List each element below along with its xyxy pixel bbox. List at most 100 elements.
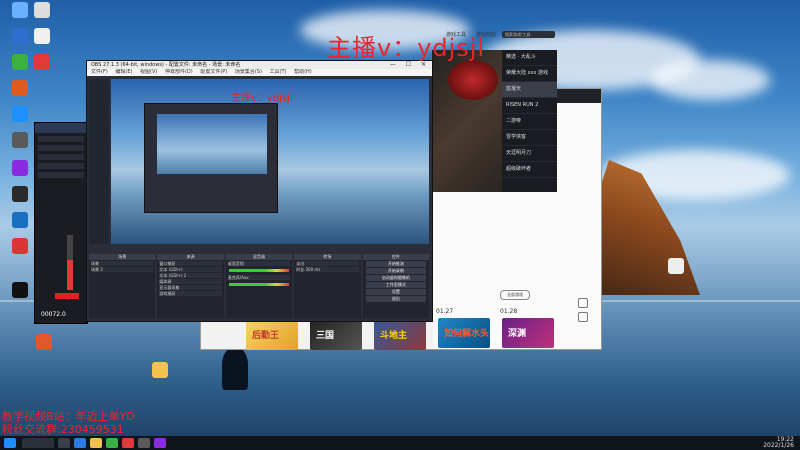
- search-input[interactable]: 搜索游戏/工具: [502, 31, 555, 38]
- system-clock[interactable]: 19:22 2022/1/26: [763, 437, 794, 449]
- bookmark-icon[interactable]: [578, 312, 588, 322]
- list-item[interactable]: 精选 · 大乱斗: [502, 50, 557, 66]
- taskbar-search[interactable]: [22, 438, 54, 448]
- source-item[interactable]: 文本 (GDI+): [159, 267, 222, 272]
- exit-button[interactable]: 退出: [365, 296, 427, 302]
- taskbar: 19:22 2022/1/26: [0, 436, 800, 450]
- promo-text: 教学视频B站：年迈上单YD 粉丝交流群:230459531: [2, 410, 135, 436]
- obs-menubar: 文件(F) 编辑(E) 视图(V) 停靠部件(D) 配置文件(P) 场景集合(S…: [87, 69, 432, 76]
- edge-icon[interactable]: [74, 438, 86, 448]
- list-item[interactable]: RISEN RUN 2: [502, 98, 557, 114]
- task-view-icon[interactable]: [58, 438, 70, 448]
- thumbnail-label: 三国: [316, 331, 335, 341]
- source-item[interactable]: 文本 (GDI+) 2: [159, 273, 222, 278]
- cloud: [650, 60, 770, 100]
- list-item[interactable]: 冒学侠客: [502, 130, 557, 146]
- studio-mode-button[interactable]: 工作室模式: [365, 282, 427, 288]
- list-item[interactable]: [38, 172, 84, 178]
- transition-select[interactable]: 淡出: [296, 261, 359, 266]
- source-item[interactable]: 媒体源: [159, 279, 222, 284]
- obs-preview[interactable]: 主播v：ydjsjl: [111, 79, 429, 244]
- volume-slider[interactable]: [67, 235, 73, 290]
- dock-header: 混音器: [225, 254, 293, 260]
- game-thumbnail[interactable]: 斗地主: [374, 320, 426, 350]
- desktop-icon[interactable]: [22, 2, 62, 20]
- game-logo: [448, 60, 498, 100]
- folder-icon[interactable]: [90, 438, 102, 448]
- chat-app-window[interactable]: 00072.0: [34, 122, 88, 324]
- transitions-dock[interactable]: 转场 淡出 时长 300 ms: [294, 254, 361, 318]
- featured-list: 精选 · 大乱斗 荣耀大陆 xxx 游戏 蓝凝天 RISEN RUN 2 二游帝…: [502, 50, 557, 192]
- menu-edit[interactable]: 编辑(E): [115, 69, 132, 75]
- list-item[interactable]: [38, 145, 84, 151]
- menu-scene-collection[interactable]: 场景集合(S): [235, 69, 262, 75]
- app-icon[interactable]: [106, 438, 118, 448]
- app-icon[interactable]: [154, 438, 166, 448]
- start-icon[interactable]: [4, 438, 16, 448]
- clock-date: 2022/1/26: [763, 442, 794, 449]
- menu-view[interactable]: 视图(V): [140, 69, 157, 75]
- promo-line: 粉丝交流群:230459531: [2, 423, 124, 436]
- dock-header: 控件: [362, 254, 430, 260]
- all-games-button[interactable]: 全部游戏: [500, 290, 530, 300]
- game-thumbnail[interactable]: 三国: [310, 320, 362, 350]
- audio-meter: [228, 269, 290, 272]
- obs-left-toolbar: [89, 79, 109, 244]
- chat-app-header: [35, 123, 87, 133]
- app-icon[interactable]: [122, 438, 134, 448]
- desktop-icon[interactable]: [22, 54, 62, 72]
- list-item[interactable]: 二游帝: [502, 114, 557, 130]
- menu-tools[interactable]: 工具(T): [270, 69, 287, 75]
- obs-docks: 场景 场景 场景 2 来源 窗口捕获 文本 (GDI+) 文本 (GDI+) 2…: [89, 254, 430, 318]
- game-thumbnail[interactable]: 如何解水头: [438, 318, 490, 348]
- cart-icon[interactable]: [578, 298, 588, 308]
- thumbnail-label: 后勤王: [252, 331, 280, 341]
- virtual-camera-button[interactable]: 启动虚拟摄像机: [365, 275, 427, 281]
- start-recording-button[interactable]: 开始录制: [365, 268, 427, 274]
- window-title: OBS 27.1.3 (64-bit, windows) - 配置文件: 未命名…: [91, 62, 241, 68]
- start-streaming-button[interactable]: 开始推流: [365, 261, 427, 267]
- list-item[interactable]: [38, 154, 84, 160]
- source-item[interactable]: 窗口捕获: [159, 261, 222, 266]
- scenes-dock[interactable]: 场景 场景 场景 2: [89, 254, 156, 318]
- live-indicator[interactable]: [55, 293, 79, 299]
- obs-taskbar-icon[interactable]: [138, 438, 150, 448]
- audio-meter: [228, 283, 290, 286]
- transition-duration[interactable]: 时长 300 ms: [296, 267, 359, 272]
- list-item[interactable]: 天涯明月刀: [502, 146, 557, 162]
- list-item[interactable]: 荣耀大陆 xxx 游戏: [502, 66, 557, 82]
- list-item[interactable]: [38, 163, 84, 169]
- menu-file[interactable]: 文件(F): [91, 69, 108, 75]
- scene-item[interactable]: 场景 2: [91, 267, 154, 272]
- game-thumbnail[interactable]: 深渊: [502, 318, 554, 348]
- desktop-icon[interactable]: [140, 362, 180, 380]
- game-thumbnail[interactable]: 后勤王: [246, 320, 298, 350]
- date-label: 01.28: [500, 308, 518, 315]
- dock-header: 场景: [89, 254, 156, 260]
- menu-help[interactable]: 帮助(H): [294, 69, 312, 75]
- desktop-icon[interactable]: [22, 28, 62, 46]
- list-item[interactable]: 超级破坏者: [502, 162, 557, 178]
- desktop-icon[interactable]: [24, 334, 64, 352]
- obs-window[interactable]: OBS 27.1.3 (64-bit, windows) - 配置文件: 未命名…: [86, 60, 433, 322]
- scene-item[interactable]: 场景: [91, 261, 154, 266]
- thumbnail-label: 深渊: [508, 329, 527, 339]
- mixer-channel-label: 麦克风/Aux: [227, 275, 291, 280]
- mixer-dock[interactable]: 混音器 桌面音频 麦克风/Aux: [225, 254, 293, 318]
- desktop-icon[interactable]: [0, 80, 40, 98]
- sources-dock[interactable]: 来源 窗口捕获 文本 (GDI+) 文本 (GDI+) 2 媒体源 显示器采集 …: [157, 254, 224, 318]
- promo-line: 教学视频B站：年迈上单YD: [2, 410, 135, 423]
- source-item[interactable]: 显示器采集: [159, 285, 222, 290]
- desktop-icon[interactable]: [656, 258, 696, 276]
- settings-button[interactable]: 设置: [365, 289, 427, 295]
- list-item[interactable]: [38, 136, 84, 142]
- thumbnail-label: 如何解水头: [444, 329, 490, 339]
- menu-docks[interactable]: 停靠部件(D): [165, 69, 193, 75]
- person-silhouette: [222, 348, 248, 390]
- list-item[interactable]: 蓝凝天: [502, 82, 557, 98]
- mixer-channel-label: 桌面音频: [227, 261, 291, 266]
- dock-header: 转场: [294, 254, 361, 260]
- nested-obs-preview: [144, 103, 278, 213]
- menu-profile[interactable]: 配置文件(P): [200, 69, 227, 75]
- source-item[interactable]: 游戏捕获: [159, 291, 222, 296]
